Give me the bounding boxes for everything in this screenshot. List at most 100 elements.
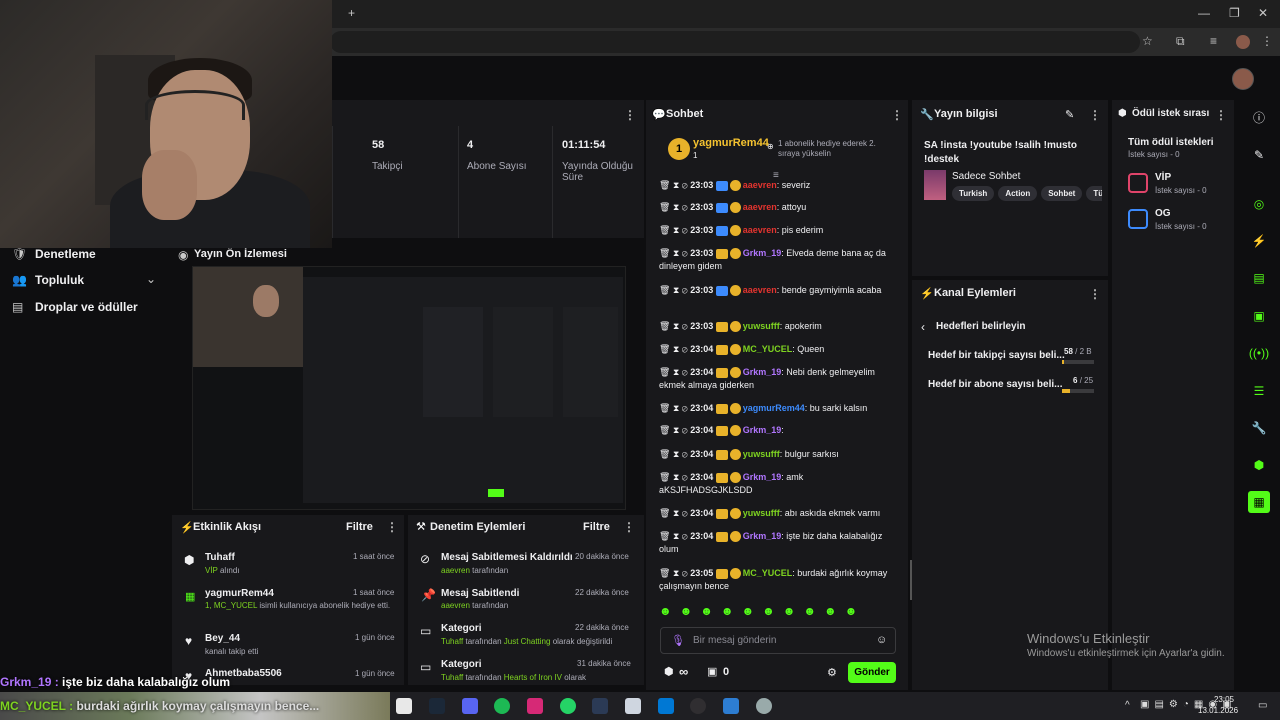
ban-icon[interactable]: ⊘: [682, 285, 688, 295]
edit-icon[interactable]: ✎: [1248, 144, 1270, 166]
emoji-icon[interactable]: ☺: [876, 634, 887, 646]
activity-menu-icon[interactable]: ⋮: [386, 520, 398, 534]
timeout-icon[interactable]: ⧗: [673, 472, 679, 482]
clapper-icon[interactable]: ▦: [1248, 491, 1270, 513]
delete-icon[interactable]: 🗑: [659, 425, 670, 435]
moderation-menu-icon[interactable]: ⋮: [623, 520, 635, 534]
chat-message[interactable]: 🗑 ⧗ ⊘ 23:03 aaevren: bende gaymiyimla ac…: [659, 284, 899, 297]
sidebar-item-topluluk[interactable]: Topluluk: [35, 273, 84, 287]
notification-icon[interactable]: ▭: [1258, 700, 1267, 711]
obs-taskbar-icon[interactable]: [690, 698, 706, 714]
bookmark-star-icon[interactable]: ☆: [1142, 34, 1153, 48]
chat-bubble-icon[interactable]: ▣: [1248, 305, 1270, 327]
broadcast-icon[interactable]: ((•)): [1248, 342, 1270, 364]
ban-icon[interactable]: ⊘: [682, 248, 688, 258]
ban-icon[interactable]: ⊘: [682, 508, 688, 518]
chat-username[interactable]: Grkm_19: [743, 472, 782, 482]
timeout-icon[interactable]: ⧗: [673, 248, 679, 258]
menu-icon[interactable]: ⋮: [1261, 34, 1273, 48]
lightning-icon[interactable]: ⚡: [1248, 230, 1270, 252]
chat-username[interactable]: Grkm_19: [743, 531, 782, 541]
ban-icon[interactable]: ⊘: [682, 344, 688, 354]
goal-label[interactable]: Hedef bir takipçi sayısı beli...: [928, 350, 1065, 361]
info-icon[interactable]: ⓘ: [1248, 107, 1270, 129]
moderation-filter-button[interactable]: Filtre: [583, 521, 610, 533]
timeout-icon[interactable]: ⧗: [673, 425, 679, 435]
files-taskbar-icon[interactable]: [625, 698, 641, 714]
stream-category[interactable]: Sadece Sohbet: [952, 171, 1020, 182]
chat-username[interactable]: Grkm_19: [743, 248, 782, 258]
chat-message[interactable]: 🗑 ⧗ ⊘ 23:03 aaevren: severiz: [659, 179, 899, 192]
chat-message[interactable]: 🗑 ⧗ ⊘ 23:04 Grkm_19: amk aKSJFHADSGJKLSD…: [659, 471, 899, 497]
ban-icon[interactable]: ⊘: [682, 568, 688, 578]
chrome-taskbar-icon[interactable]: [396, 698, 412, 714]
sidebar-item-denetleme[interactable]: Denetleme: [35, 247, 96, 261]
chat-message[interactable]: 🗑 ⧗ ⊘ 23:04 yuwsufff: bulgur sarkısı: [659, 448, 899, 461]
chevron-down-icon[interactable]: ⌄: [146, 272, 156, 286]
app-taskbar-icon[interactable]: [723, 698, 739, 714]
chat-username[interactable]: Grkm_19: [743, 425, 782, 435]
send-button[interactable]: Gönder: [848, 662, 896, 683]
delete-icon[interactable]: 🗑: [659, 531, 670, 541]
ban-icon[interactable]: ⊘: [682, 225, 688, 235]
chat-message[interactable]: 🗑 ⧗ ⊘ 23:04 yagmurRem44: bu sarki kalsın: [659, 402, 899, 415]
app-taskbar-icon[interactable]: [756, 698, 772, 714]
rewards-menu-icon[interactable]: ⋮: [1215, 108, 1227, 122]
chat-message[interactable]: 🗑 ⧗ ⊘ 23:03 aaevren: attoyu: [659, 201, 899, 214]
tray-chevron-icon[interactable]: ^: [1125, 700, 1130, 711]
timeout-icon[interactable]: ⧗: [673, 202, 679, 212]
channel-actions-menu-icon[interactable]: ⋮: [1089, 287, 1101, 301]
delete-icon[interactable]: 🗑: [659, 321, 670, 331]
app-taskbar-icon[interactable]: [592, 698, 608, 714]
chat-username[interactable]: aaevren: [743, 180, 777, 190]
chat-message[interactable]: 🗑 ⧗ ⊘ 23:04 Grkm_19: işte biz daha kalab…: [659, 530, 899, 556]
delete-icon[interactable]: 🗑: [659, 508, 670, 518]
ban-icon[interactable]: ⊘: [682, 367, 688, 377]
chat-message[interactable]: 🗑 ⧗ ⊘ 23:04 Grkm_19:: [659, 424, 899, 437]
taskbar-date[interactable]: 13.01.2026: [1198, 706, 1238, 715]
timeout-icon[interactable]: ⧗: [673, 225, 679, 235]
chat-username[interactable]: yuwsufff: [743, 508, 780, 518]
stream-info-menu-icon[interactable]: ⋮: [1089, 108, 1101, 122]
steam-taskbar-icon[interactable]: [429, 698, 445, 714]
close-icon[interactable]: ✕: [1258, 6, 1268, 20]
edit-pencil-icon[interactable]: ✎: [1065, 108, 1074, 121]
delete-icon[interactable]: 🗑: [659, 367, 670, 377]
chat-message[interactable]: 🗑 ⧗ ⊘ 23:03 Grkm_19: Elveda deme bana aç…: [659, 247, 899, 273]
activity-filter-button[interactable]: Filtre: [346, 521, 373, 533]
delete-icon[interactable]: 🗑: [659, 285, 670, 295]
whatsapp-taskbar-icon[interactable]: [560, 698, 576, 714]
microphone-icon[interactable]: 🎙: [671, 634, 685, 647]
chat-username[interactable]: MC_YUCEL: [743, 568, 793, 578]
timeout-icon[interactable]: ⧗: [673, 508, 679, 518]
ban-icon[interactable]: ⊘: [682, 403, 688, 413]
reward-name[interactable]: OG: [1155, 208, 1171, 219]
extensions-icon[interactable]: ⧉: [1176, 34, 1185, 49]
document-icon[interactable]: ▤: [1248, 267, 1270, 289]
spotify-taskbar-icon[interactable]: [494, 698, 510, 714]
ban-icon[interactable]: ⊘: [682, 180, 688, 190]
settings-gear-icon[interactable]: ⚙: [827, 666, 837, 679]
ban-icon[interactable]: ⊘: [682, 321, 688, 331]
delete-icon[interactable]: 🗑: [659, 449, 670, 459]
address-bar[interactable]: [330, 31, 1140, 53]
delete-icon[interactable]: 🗑: [659, 403, 670, 413]
timeout-icon[interactable]: ⧗: [673, 531, 679, 541]
chat-message[interactable]: 🗑 ⧗ ⊘ 23:04 Grkm_19: Nebi denk gelmeyeli…: [659, 366, 899, 392]
tag[interactable]: Action: [998, 186, 1038, 201]
new-tab-button[interactable]: +: [348, 6, 355, 20]
timeout-icon[interactable]: ⧗: [673, 367, 679, 377]
chat-message[interactable]: 🗑 ⧗ ⊘ 23:03 yuwsufff: apokerim: [659, 320, 899, 333]
chat-message[interactable]: 🗑 ⧗ ⊘ 23:03 aaevren: pis ederim: [659, 224, 899, 237]
discord-taskbar-icon[interactable]: [462, 698, 478, 714]
chat-username[interactable]: yagmurRem44: [743, 403, 805, 413]
timeout-icon[interactable]: ⧗: [673, 344, 679, 354]
wrench-icon[interactable]: 🔧: [1248, 417, 1270, 439]
timeout-icon[interactable]: ⧗: [673, 321, 679, 331]
ban-icon[interactable]: ⊘: [682, 449, 688, 459]
delete-icon[interactable]: 🗑: [659, 248, 670, 258]
profile-avatar[interactable]: [1236, 35, 1250, 49]
taskbar-time[interactable]: 23:05: [1206, 695, 1242, 704]
tag[interactable]: Tür: [1086, 186, 1102, 201]
back-arrow-icon[interactable]: ‹: [921, 320, 925, 334]
